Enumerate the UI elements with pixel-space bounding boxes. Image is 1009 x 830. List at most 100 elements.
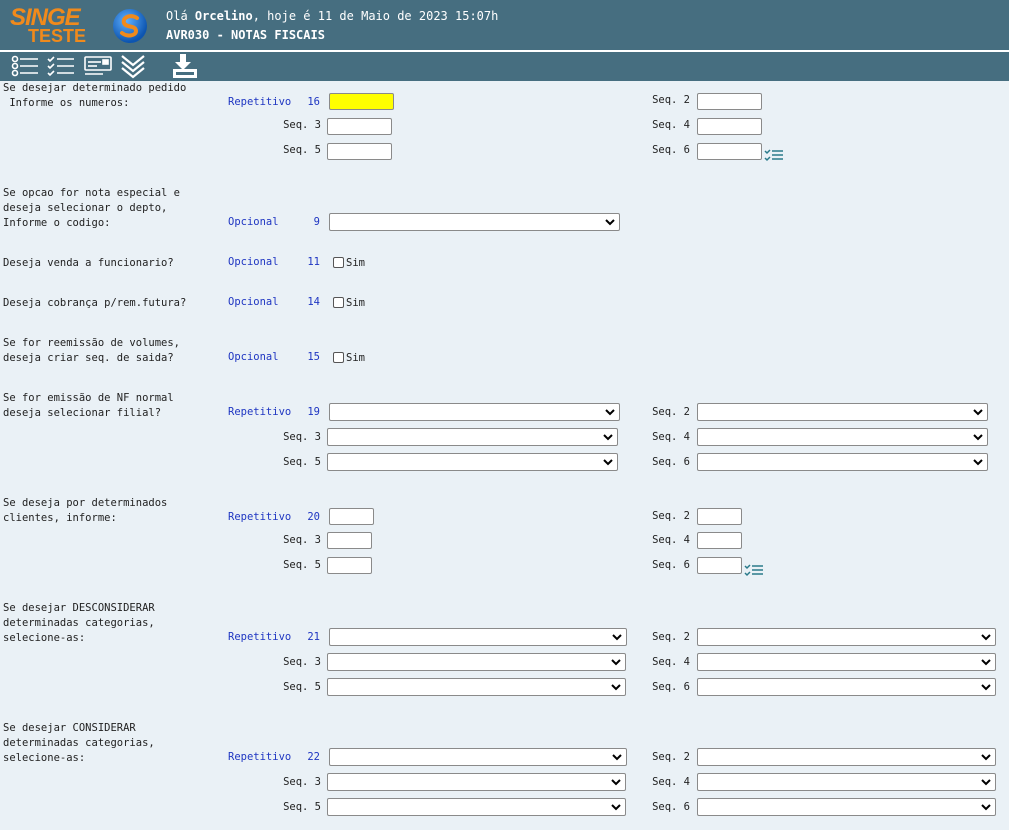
q19-seq6-select[interactable] <box>697 453 988 471</box>
q16-seq3-input[interactable] <box>327 118 392 135</box>
q21-seq5-select[interactable] <box>327 678 626 696</box>
q22-label-line1: Se desejar CONSIDERAR <box>3 722 136 734</box>
q16-seq1-input[interactable] <box>329 93 394 110</box>
q9-label-line1: Se opcao for nota especial e <box>3 187 181 199</box>
q19-seq6-label: Seq. 6 <box>652 456 690 468</box>
q19-seq2-label: Seq. 2 <box>652 406 690 418</box>
checklist-icon[interactable] <box>744 563 764 577</box>
q14-sim-checkbox[interactable] <box>333 297 344 308</box>
chevron-down-icon <box>981 659 991 666</box>
q22-seq2-select[interactable] <box>697 748 996 766</box>
q21-seq2-select[interactable] <box>697 628 996 646</box>
chevron-down-icon <box>605 219 615 226</box>
q16-seq6-input[interactable] <box>697 143 762 160</box>
q20-label-line2: clientes, informe: <box>3 512 117 524</box>
checklist-icon[interactable] <box>764 148 784 162</box>
q20-seq3-input[interactable] <box>327 532 372 549</box>
q20-seq2-input[interactable] <box>697 508 742 525</box>
singe-logo: SINGE TESTE <box>8 4 108 46</box>
q22-seq5-select[interactable] <box>327 798 626 816</box>
q16-seq4-label: Seq. 4 <box>652 119 690 131</box>
q22-seq4-label: Seq. 4 <box>652 776 690 788</box>
checklist-icon[interactable] <box>46 54 76 80</box>
chevron-down-icon <box>973 434 983 441</box>
q20-seq6-input[interactable] <box>697 557 742 574</box>
q19-seq2-select[interactable] <box>697 403 988 421</box>
q20-seq1-input[interactable] <box>329 508 374 525</box>
chevron-down-icon <box>611 779 621 786</box>
q20-seq3-label: Seq. 3 <box>283 534 321 546</box>
q20-seq4-label: Seq. 4 <box>652 534 690 546</box>
card-icon[interactable] <box>83 54 113 80</box>
q16-seq2-input[interactable] <box>697 93 762 110</box>
q9-department-select[interactable] <box>329 213 620 231</box>
q19-seq3-select[interactable] <box>327 428 618 446</box>
q22-seq2-label: Seq. 2 <box>652 751 690 763</box>
q20-seq2-label: Seq. 2 <box>652 510 690 522</box>
q9-label-line3: Informe o codigo: <box>3 217 111 229</box>
q14-mode: Opcional <box>228 296 279 308</box>
q15-sim-checkbox[interactable] <box>333 352 344 363</box>
q14-label: Deseja cobrança p/rem.futura? <box>3 297 187 309</box>
chevron-down-icon <box>611 684 621 691</box>
chevron-down-icon <box>603 459 613 466</box>
chevron-down-icon <box>981 754 991 761</box>
q11-sim-label: Sim <box>346 257 365 269</box>
chevron-down-icon <box>603 434 613 441</box>
q16-label-line1: Se desejar determinado pedido <box>3 82 187 94</box>
q19-seq4-label: Seq. 4 <box>652 431 690 443</box>
q16-seq5-input[interactable] <box>327 143 392 160</box>
q19-label-line2: deseja selecionar filial? <box>3 407 162 419</box>
q21-seq3-select[interactable] <box>327 653 626 671</box>
q16-label-line2: Informe os numeros: <box>3 97 130 109</box>
q22-seq6-label: Seq. 6 <box>652 801 690 813</box>
q11-sim-checkbox[interactable] <box>333 257 344 268</box>
q11-label: Deseja venda a funcionario? <box>3 257 174 269</box>
q19-seq4-select[interactable] <box>697 428 988 446</box>
q15-mode: Opcional <box>228 351 279 363</box>
q20-seq4-input[interactable] <box>697 532 742 549</box>
q19-seq5-select[interactable] <box>327 453 618 471</box>
chevron-down-icon <box>611 804 621 811</box>
q22-seq6-select[interactable] <box>697 798 996 816</box>
q21-seq6-select[interactable] <box>697 678 996 696</box>
q22-mode: Repetitivo <box>228 751 292 763</box>
list-icon[interactable] <box>10 54 40 80</box>
q19-number: 19 <box>307 406 320 418</box>
q19-seq3-label: Seq. 3 <box>283 431 321 443</box>
double-chevron-down-icon[interactable] <box>118 54 148 80</box>
app-header: SINGE TESTE Olá Orcelino, hoje é 11 de M… <box>0 0 1009 50</box>
chevron-down-icon <box>981 634 991 641</box>
q16-seq6-label: Seq. 6 <box>652 144 690 156</box>
q22-label-line3: selecione-as: <box>3 752 86 764</box>
chevron-down-icon <box>981 804 991 811</box>
q16-seq2-label: Seq. 2 <box>652 94 690 106</box>
q19-seq1-select[interactable] <box>329 403 620 421</box>
q21-seq4-select[interactable] <box>697 653 996 671</box>
q20-seq6-label: Seq. 6 <box>652 559 690 571</box>
q22-seq1-select[interactable] <box>329 748 627 766</box>
chevron-down-icon <box>612 754 622 761</box>
q21-label-line1: Se desejar DESCONSIDERAR <box>3 602 155 614</box>
system-logo-icon <box>113 9 147 43</box>
chevron-down-icon <box>611 659 621 666</box>
q22-seq5-label: Seq. 5 <box>283 801 321 813</box>
logo-bottom-text: TESTE <box>28 26 87 46</box>
q16-seq5-label: Seq. 5 <box>283 144 321 156</box>
download-icon[interactable] <box>170 54 200 80</box>
toolbar <box>0 52 1009 81</box>
q22-number: 22 <box>307 751 320 763</box>
q22-label-line2: determinadas categorias, <box>3 737 155 749</box>
q22-seq3-select[interactable] <box>327 773 626 791</box>
q11-number: 11 <box>307 256 320 268</box>
q16-seq4-input[interactable] <box>697 118 762 135</box>
q20-seq5-input[interactable] <box>327 557 372 574</box>
q21-seq1-select[interactable] <box>329 628 627 646</box>
q22-seq3-label: Seq. 3 <box>283 776 321 788</box>
chevron-down-icon <box>981 684 991 691</box>
greeting-date: , hoje é 11 de Maio de 2023 15:07h <box>252 9 499 23</box>
q16-mode: Repetitivo <box>228 96 292 108</box>
chevron-down-icon <box>973 409 983 416</box>
q22-seq4-select[interactable] <box>697 773 996 791</box>
q15-label-line2: deseja criar seq. de saida? <box>3 352 174 364</box>
